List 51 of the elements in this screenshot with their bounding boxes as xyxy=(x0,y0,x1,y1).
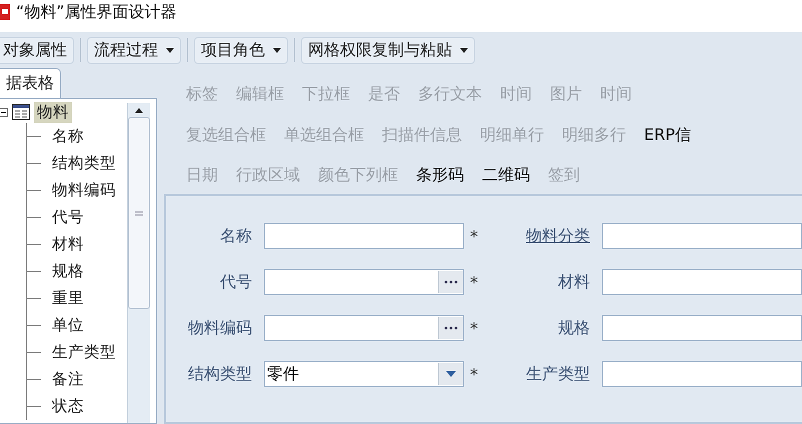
dropdown-button[interactable]: 项目角色 xyxy=(194,36,288,64)
field-label: 规格 xyxy=(557,318,590,338)
table-icon xyxy=(12,104,30,120)
caret-icon[interactable] xyxy=(438,363,463,385)
required-mark: * xyxy=(470,226,479,246)
dropdown-field[interactable]: 零件 xyxy=(264,361,464,387)
control-tool[interactable]: ERP信 xyxy=(644,124,691,146)
required-mark: * xyxy=(470,318,479,338)
grip-icon xyxy=(135,210,143,216)
toolbar-button[interactable]: 对象属性 xyxy=(0,36,74,64)
tree-item[interactable]: 单位 xyxy=(49,315,87,336)
tree-item[interactable]: 物料 xyxy=(34,102,72,122)
input-field[interactable] xyxy=(264,269,464,295)
tree-item[interactable]: 状态 xyxy=(49,396,87,417)
dropdown-button[interactable]: 网格权限复制与粘贴 xyxy=(301,36,475,64)
tree-item[interactable]: 结构类型 xyxy=(49,153,119,174)
tree-item[interactable]: 物料编码 xyxy=(49,180,119,201)
field-label: 名称 xyxy=(219,226,252,246)
ellipsis-icon xyxy=(444,280,458,284)
tree-item[interactable]: 备注 xyxy=(49,369,87,390)
dropdown-button[interactable]: 流程过程 xyxy=(87,36,181,64)
input-field[interactable] xyxy=(602,269,802,295)
ellipsis-icon xyxy=(444,326,458,330)
field-label: 物料编码 xyxy=(187,318,252,338)
tree-item[interactable]: 材料 xyxy=(49,234,87,255)
field-label: 材料 xyxy=(557,272,590,292)
field-label: 结构类型 xyxy=(187,364,252,384)
required-mark: * xyxy=(470,364,479,384)
collapse-icon[interactable] xyxy=(0,108,8,116)
field-label: 代号 xyxy=(219,272,252,292)
input-field[interactable] xyxy=(602,315,802,341)
scroll-up-icon[interactable] xyxy=(134,107,144,113)
input-field[interactable] xyxy=(264,315,464,341)
tree-item[interactable]: 生产类型 xyxy=(49,342,119,363)
input-field[interactable] xyxy=(602,223,802,249)
tree-item[interactable]: 名称 xyxy=(49,126,87,147)
field-link[interactable]: 物料分类 xyxy=(490,226,590,246)
tree-item[interactable]: 重里 xyxy=(49,288,87,309)
input-field[interactable] xyxy=(264,223,464,249)
ellipsis-button[interactable] xyxy=(438,271,463,293)
tree-item[interactable]: 规格 xyxy=(49,261,87,282)
control-tool[interactable]: 条形码 xyxy=(416,165,464,186)
tree-item[interactable]: 代号 xyxy=(49,207,87,228)
tab[interactable]: 据表格 xyxy=(0,68,61,98)
input-field[interactable] xyxy=(602,361,802,387)
field-label: 生产类型 xyxy=(525,364,590,384)
required-mark: * xyxy=(470,272,479,292)
ellipsis-button[interactable] xyxy=(438,317,463,339)
window-title: “物料”属性界面设计器 xyxy=(16,2,177,22)
scrollbar[interactable] xyxy=(127,103,150,423)
control-tool[interactable]: 二维码 xyxy=(482,165,530,186)
